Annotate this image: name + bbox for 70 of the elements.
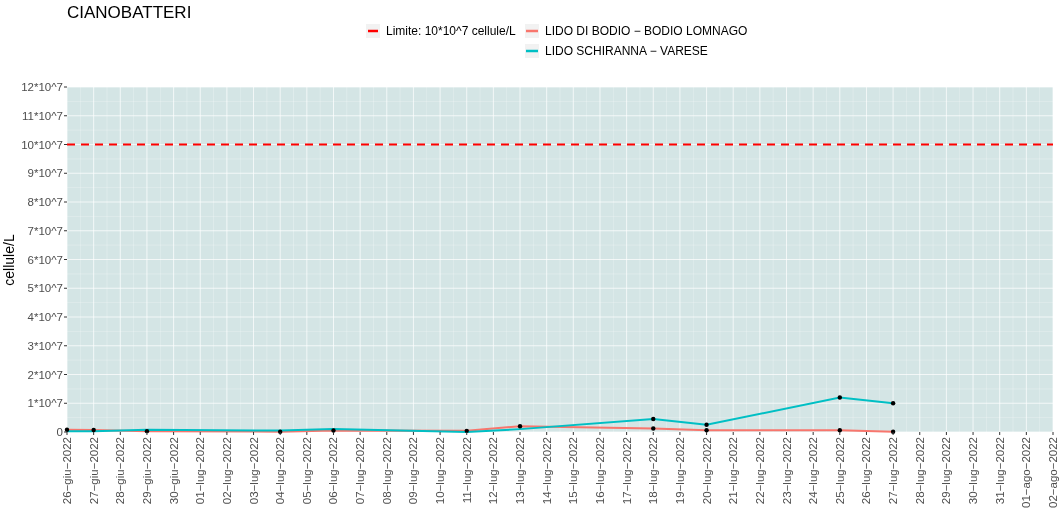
x-tick-label: 27−giu−2022 [87, 437, 100, 505]
x-tick-label: 02−ago−2022 [1047, 437, 1059, 508]
y-axis-title: cellule/L [1, 234, 17, 286]
y-tick-label: 10*10^7 [21, 138, 63, 151]
data-point [517, 424, 523, 429]
x-tick-label: 03−lug−2022 [247, 437, 260, 505]
x-tick-label: 25−lug−2022 [833, 437, 846, 505]
x-tick-label: 15−lug−2022 [567, 437, 580, 505]
data-point [278, 429, 283, 434]
x-tick-label: 09−lug−2022 [407, 437, 420, 505]
x-tick-label: 06−lug−2022 [327, 437, 340, 505]
x-tick-label: 05−lug−2022 [300, 437, 313, 505]
legend-label: LIDO SCHIRANNA − VARESE [545, 44, 708, 58]
legend-label: LIDO DI BODIO − BODIO LOMNAGO [545, 24, 748, 38]
x-tick-label: 28−giu−2022 [114, 437, 127, 505]
y-tick-label: 4*10^7 [27, 311, 63, 323]
x-tick-label: 16−lug−2022 [593, 437, 606, 505]
x-tick-label: 26−giu−2022 [61, 437, 73, 505]
x-tick-label: 31−lug−2022 [993, 437, 1006, 505]
x-tick-label: 27−lug−2022 [887, 437, 900, 505]
x-tick-label: 07−lug−2022 [354, 437, 367, 505]
x-tick-label: 01−lug−2022 [194, 437, 207, 505]
y-tick-label: 3*10^7 [27, 339, 63, 352]
y-tick-label: 7*10^7 [27, 224, 63, 237]
data-point [890, 401, 896, 406]
x-tick-label: 14−lug−2022 [540, 437, 553, 505]
x-tick-label: 29−lug−2022 [940, 437, 953, 505]
x-tick-label: 29−giu−2022 [140, 437, 153, 505]
x-tick-label: 12−lug−2022 [487, 437, 500, 505]
data-point [91, 427, 96, 433]
x-tick-label: 22−lug−2022 [753, 437, 766, 505]
data-point [651, 416, 656, 422]
legend-key [366, 24, 380, 38]
y-tick-label: 0 [56, 426, 63, 438]
x-tick-label: 02−lug−2022 [220, 437, 233, 505]
x-tick-label: 18−lug−2022 [647, 437, 660, 505]
y-tick-label: 1*10^7 [27, 397, 63, 410]
x-tick-label: 01−ago−2022 [1020, 437, 1033, 508]
data-point [464, 428, 469, 434]
legend-label: Limite: 10*10^7 cellule/L [386, 24, 516, 38]
y-tick-label: 8*10^7 [27, 196, 63, 208]
y-tick-label: 11*10^7 [22, 109, 63, 122]
x-tick-label: 24−lug−2022 [807, 437, 820, 505]
x-tick-label: 21−lug−2022 [727, 437, 740, 505]
y-tick-label: 9*10^7 [27, 167, 63, 180]
data-point [837, 428, 842, 433]
x-tick-label: 19−lug−2022 [673, 437, 686, 505]
y-tick-label: 6*10^7 [27, 253, 63, 266]
y-tick-label: 12*10^7 [21, 81, 63, 93]
y-tick-label: 2*10^7 [27, 368, 63, 381]
x-tick-label: 17−lug−2022 [620, 437, 633, 505]
x-tick-label: 11−lug−2022 [460, 437, 473, 504]
data-point [144, 428, 150, 434]
x-tick-label: 20−lug−2022 [700, 437, 713, 505]
data-point [64, 427, 70, 432]
y-tick-label: 5*10^7 [27, 282, 63, 295]
x-tick-label: 10−lug−2022 [434, 437, 447, 505]
data-point [331, 428, 336, 433]
x-tick-label: 23−lug−2022 [780, 437, 793, 505]
data-point [837, 395, 842, 400]
x-tick-label: 26−lug−2022 [860, 437, 873, 505]
x-tick-label: 30−giu−2022 [167, 437, 180, 505]
data-point [651, 426, 656, 431]
data-point [890, 429, 896, 434]
x-tick-label: 13−lug−2022 [514, 437, 527, 505]
x-tick-label: 28−lug−2022 [913, 437, 926, 505]
x-tick-label: 30−lug−2022 [967, 437, 980, 505]
x-tick-label: 04−lug−2022 [274, 437, 287, 505]
x-tick-label: 08−lug−2022 [380, 437, 393, 505]
chart-title: CIANOBATTERI [67, 3, 192, 22]
